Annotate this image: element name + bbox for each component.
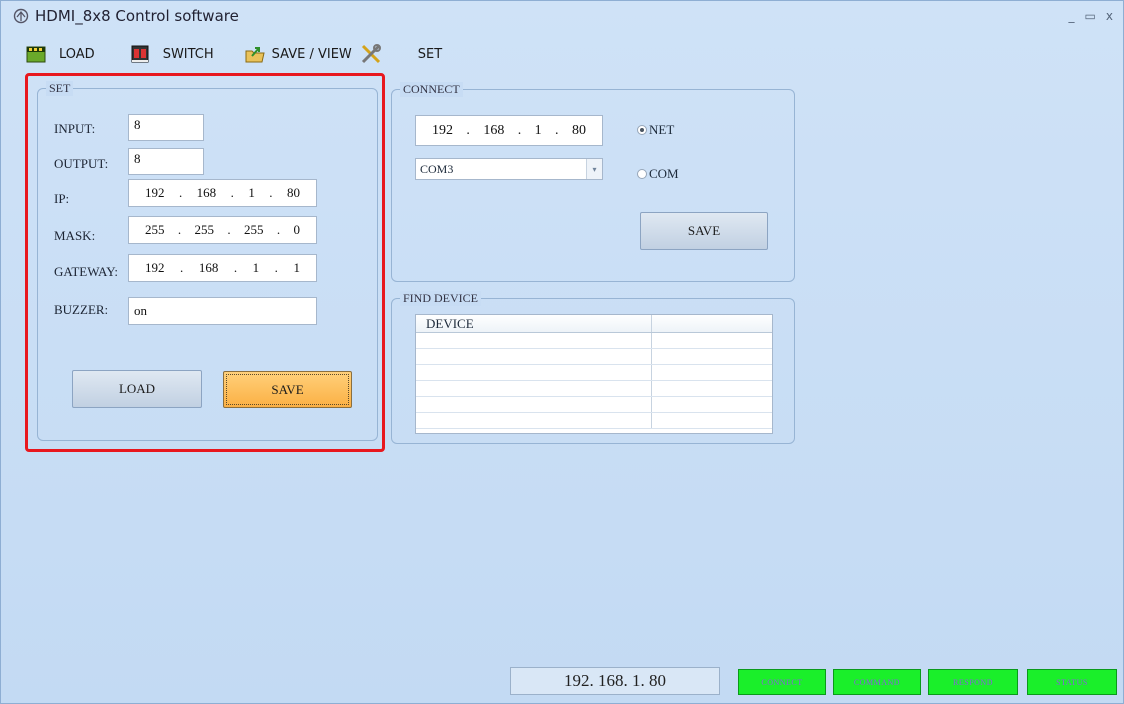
- ip-address-field[interactable]: 192. 168. 1. 80: [128, 179, 317, 207]
- respond-status-lamp: RESPOND: [928, 669, 1018, 695]
- toolbar-load[interactable]: LOAD: [25, 43, 95, 65]
- status-lamp: STATUS: [1027, 669, 1117, 695]
- output-label: OUTPUT:: [54, 156, 109, 171]
- save-button[interactable]: SAVE: [223, 371, 352, 408]
- net-radio-label: NET: [649, 122, 675, 137]
- ip-octet-3: 1: [248, 185, 255, 200]
- table-row[interactable]: [416, 365, 772, 381]
- output-field[interactable]: 8: [128, 148, 204, 175]
- connect-ip-octet-3: 1: [534, 122, 542, 138]
- input-field[interactable]: 8: [128, 114, 204, 141]
- net-radio[interactable]: NET: [637, 122, 674, 138]
- connect-ip-octet-1: 192: [432, 122, 453, 138]
- toolbar-set-label: SET: [417, 46, 443, 62]
- folder-arrow-icon: [244, 43, 266, 65]
- buzzer-label: BUZZER:: [54, 302, 109, 317]
- toolbar-save-view-label: SAVE / VIEW: [271, 46, 352, 62]
- table-row[interactable]: [416, 413, 772, 429]
- gateway-label: GATEWAY:: [54, 264, 119, 279]
- calendar-icon: [129, 43, 151, 65]
- buzzer-field[interactable]: on: [128, 297, 317, 325]
- window-title: HDMI_8x8 Control software: [35, 7, 239, 25]
- connect-legend: CONNECT: [400, 82, 463, 97]
- gateway-octet-3: 1: [252, 260, 260, 275]
- gateway-octet-1: 192: [145, 260, 165, 275]
- status-ip-display: 192. 168. 1. 80: [510, 667, 720, 695]
- ip-label: IP:: [54, 191, 70, 206]
- ip-octet-2: 168: [196, 185, 217, 200]
- app-window: HDMI_8x8 Control software _ ▭ x LOAD SWI…: [0, 0, 1124, 704]
- net-radio-dot: [637, 125, 647, 135]
- com-radio-dot: [637, 169, 647, 179]
- ip-octet-4: 80: [286, 185, 300, 200]
- mask-octet-4: 0: [293, 222, 301, 237]
- table-row[interactable]: [416, 349, 772, 365]
- minimize-button[interactable]: _: [1069, 9, 1075, 23]
- second-column-header[interactable]: [652, 315, 772, 332]
- device-table-header: DEVICE: [416, 315, 772, 333]
- app-logo-icon: [13, 8, 29, 24]
- input-label: INPUT:: [54, 121, 96, 136]
- toolbar-set[interactable]: SET: [360, 43, 442, 65]
- connect-status-lamp: CONNECT: [738, 669, 826, 695]
- table-row[interactable]: [416, 397, 772, 413]
- mask-label: MASK:: [54, 228, 96, 243]
- connect-ip-field[interactable]: 192. 168. 1. 80: [415, 115, 603, 146]
- tools-icon: [360, 43, 382, 65]
- title-bar: HDMI_8x8 Control software _ ▭ x: [1, 1, 1123, 31]
- device-table[interactable]: DEVICE: [415, 314, 773, 434]
- film-clapper-icon: [25, 43, 47, 65]
- com-port-value: COM3: [420, 162, 454, 176]
- mask-octet-2: 255: [194, 222, 215, 237]
- connect-ip-octet-4: 80: [571, 122, 586, 138]
- mask-octet-1: 255: [145, 222, 165, 237]
- connect-ip-octet-2: 168: [483, 122, 505, 138]
- find-device-legend: FIND DEVICE: [400, 291, 481, 306]
- toolbar-switch-label: SWITCH: [162, 46, 214, 62]
- toolbar-load-label: LOAD: [59, 46, 95, 62]
- chevron-down-icon[interactable]: ▾: [586, 159, 602, 179]
- gateway-octet-4: 1: [293, 260, 300, 275]
- load-button[interactable]: LOAD: [72, 370, 202, 408]
- toolbar: LOAD SWITCH SAVE / VIEW SET: [1, 37, 442, 71]
- close-button[interactable]: x: [1106, 9, 1113, 23]
- set-legend: SET: [46, 81, 74, 96]
- table-row[interactable]: [416, 333, 772, 349]
- device-column-header[interactable]: DEVICE: [416, 315, 652, 332]
- ip-octet-1: 192: [145, 185, 165, 200]
- command-status-lamp: COMMAND: [833, 669, 921, 695]
- maximize-button[interactable]: ▭: [1085, 9, 1096, 23]
- gateway-octet-2: 168: [198, 260, 219, 275]
- com-radio-label: COM: [649, 166, 679, 181]
- com-port-select[interactable]: COM3 ▾: [415, 158, 603, 180]
- com-radio[interactable]: COM: [637, 166, 679, 182]
- mask-octet-3: 255: [244, 222, 264, 237]
- toolbar-switch[interactable]: SWITCH: [129, 43, 214, 65]
- table-row[interactable]: [416, 381, 772, 397]
- connect-save-button[interactable]: SAVE: [640, 212, 768, 250]
- gateway-field[interactable]: 192. 168. 1. 1: [128, 254, 317, 282]
- toolbar-save-view[interactable]: SAVE / VIEW: [244, 43, 352, 65]
- mask-field[interactable]: 255. 255. 255. 0: [128, 216, 317, 244]
